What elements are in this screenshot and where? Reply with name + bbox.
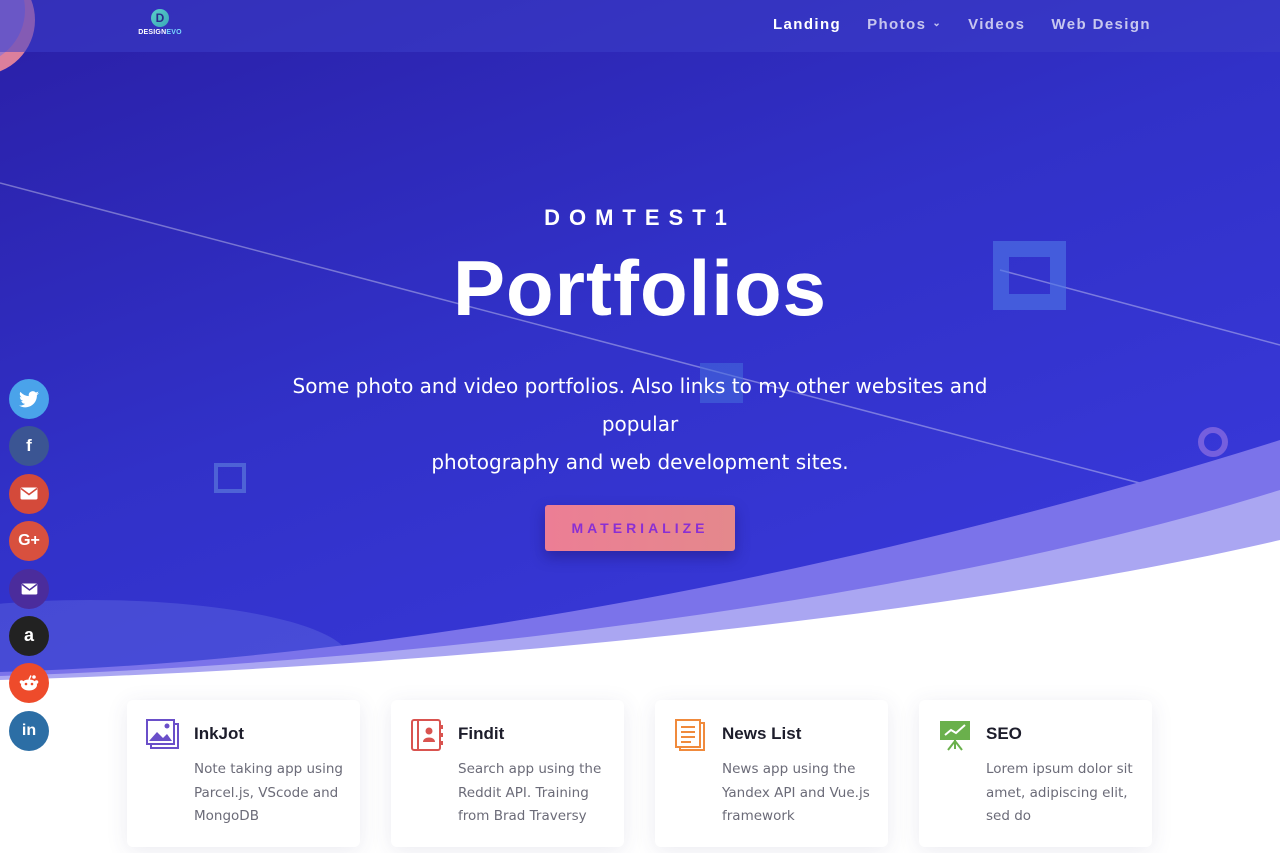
card-news-list[interactable]: News List News app using the Yandex API … [655, 700, 888, 847]
nav-item-photos[interactable]: Photos ⌄ [867, 16, 942, 33]
reddit-share-button[interactable] [9, 663, 49, 704]
linkedin-share-button[interactable]: in [9, 710, 49, 751]
nav-item-label: Photos [867, 16, 927, 33]
chevron-down-icon: ⌄ [932, 18, 943, 29]
google-plus-icon: G+ [18, 532, 40, 550]
address-book-icon [411, 719, 443, 751]
top-navbar: D DESIGNEVO Landing Photos ⌄ Videos Web D… [0, 0, 1280, 52]
linkedin-icon: in [21, 721, 37, 739]
card-description: Note taking app using Parcel.js, VScode … [194, 761, 343, 824]
nav-item-label: Videos [968, 16, 1026, 33]
card-seo[interactable]: SEO Lorem ipsum dolor sit amet, adipisci… [919, 700, 1152, 847]
page-title: Portfolios [453, 244, 827, 332]
nav-item-landing[interactable]: Landing [773, 16, 841, 33]
nav-item-web-design[interactable]: Web Design [1051, 16, 1151, 33]
logo[interactable]: D DESIGNEVO [134, 9, 186, 43]
card-findit[interactable]: Findit Search app using the Reddit API. … [391, 700, 624, 847]
hero-eyebrow: DOMTEST1 [544, 205, 736, 230]
social-share-bar: f G+ a in [9, 379, 49, 758]
logo-text: DESIGNEVO [134, 29, 186, 36]
card-title: InkJot [194, 724, 245, 743]
gmail-icon [20, 487, 38, 500]
google-plus-share-button[interactable]: G+ [9, 521, 49, 562]
hero-subtitle-line-1: Some photo and video portfolios. Also li… [292, 374, 988, 436]
hero-content: DOMTEST1 Portfolios Some photo and video… [0, 205, 1280, 551]
gmail-share-button[interactable] [9, 473, 49, 514]
hero-subtitle-line-2: photography and web development sites. [431, 450, 849, 474]
logo-text-design: DESIGN [138, 29, 167, 36]
twitter-share-button[interactable] [9, 379, 49, 419]
nav-item-label: Landing [772, 16, 842, 33]
twitter-icon [19, 390, 39, 407]
card-description: Search app using the Reddit API. Trainin… [458, 761, 602, 824]
materialize-button[interactable]: MATERIALIZE [545, 505, 735, 551]
card-title: SEO [986, 724, 1022, 743]
portfolio-cards: InkJot Note taking app using Parcel.js, … [127, 700, 1153, 847]
image-gallery-icon [146, 719, 179, 749]
facebook-icon: f [26, 436, 32, 456]
facebook-share-button[interactable]: f [9, 426, 49, 467]
email-share-button[interactable] [9, 568, 49, 609]
reddit-icon [19, 675, 39, 691]
chart-board-icon [940, 721, 970, 751]
hero-section: D DESIGNEVO Landing Photos ⌄ Videos Web D… [0, 0, 1280, 700]
amazon-share-button[interactable]: a [9, 615, 49, 656]
email-icon [21, 583, 37, 595]
nav-item-label: Web Design [1051, 16, 1151, 33]
card-title: Findit [458, 724, 505, 743]
hero-subtitle: Some photo and video portfolios. Also li… [260, 367, 1020, 481]
nav-menu: Landing Photos ⌄ Videos Web Design [773, 16, 1151, 33]
logo-text-evo: EVO [166, 29, 182, 36]
card-inkjot[interactable]: InkJot Note taking app using Parcel.js, … [127, 700, 360, 847]
document-list-icon [675, 719, 705, 751]
card-description: Lorem ipsum dolor sit amet, adipiscing e… [986, 761, 1133, 824]
amazon-icon: a [23, 625, 34, 646]
logo-mark-icon: D [151, 9, 169, 27]
card-description: News app using the Yandex API and Vue.js… [722, 761, 870, 824]
nav-item-videos[interactable]: Videos [968, 16, 1025, 33]
card-title: News List [722, 724, 802, 743]
